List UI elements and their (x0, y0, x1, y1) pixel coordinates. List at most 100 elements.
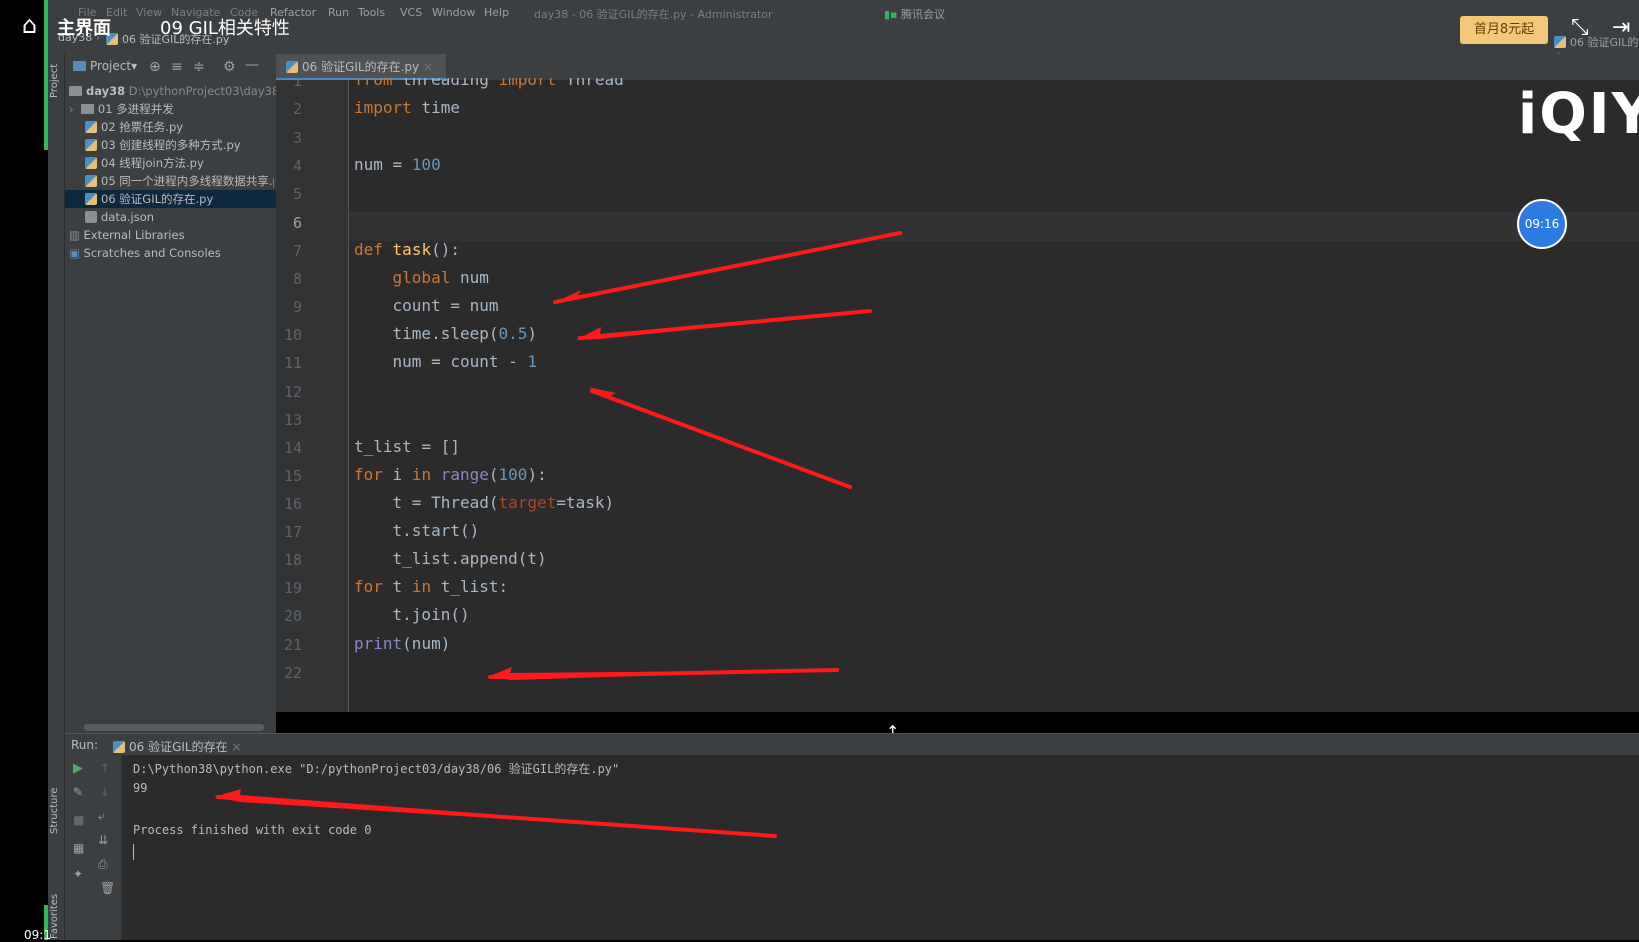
console-command-line: D:\Python38\python.exe "D:/pythonProject… (133, 762, 620, 776)
tree-item-label: External Libraries (83, 228, 185, 242)
tree-item-label: Scratches and Consoles (83, 246, 221, 260)
project-side-tab[interactable]: Project (49, 64, 60, 98)
tree-item-selected[interactable]: 06 验证GIL的存在.py (65, 190, 276, 208)
line-number: 5 (292, 185, 302, 203)
line-number: 2 (292, 100, 302, 118)
tree-item[interactable]: data.json (85, 208, 274, 226)
menu-view[interactable]: View (136, 6, 162, 19)
structure-side-tab[interactable]: Structure (49, 787, 60, 834)
editor-tab[interactable]: 06 验证GIL的存在.py × (276, 54, 446, 80)
line-number: 22 (283, 664, 302, 682)
tree-root[interactable]: day38 D:\pythonProject03\day38 (69, 82, 279, 100)
close-icon[interactable]: × (423, 60, 433, 74)
left-tool-strip: Project Structure Favorites (48, 54, 65, 940)
signal-icon: ▮▪ (884, 8, 898, 21)
python-file-icon (1554, 36, 1566, 48)
pin-icon[interactable]: ✦ (73, 867, 83, 881)
up-arrow-icon[interactable]: ↑ (100, 761, 110, 775)
line-number: 14 (283, 439, 302, 457)
code-line-11: num = count - 1 (354, 352, 538, 371)
tree-item-folder[interactable]: › 01 多进程并发 (69, 100, 274, 118)
expand-all-icon[interactable]: ≡ (171, 59, 183, 75)
line-number: 6 (292, 214, 302, 232)
exit-icon[interactable]: ⇥ (1612, 15, 1630, 40)
code-line-19: for t in t_list: (354, 577, 509, 596)
library-icon: ▥ (69, 228, 80, 242)
home-label[interactable]: 主界面 (57, 14, 111, 40)
timer-badge[interactable]: 09:16 (1517, 199, 1567, 249)
line-number: 13 (283, 411, 302, 429)
collapse-all-icon[interactable]: ≑ (193, 59, 205, 75)
episode-title: 09 GIL相关特性 (160, 18, 290, 39)
wrench-icon[interactable]: ✎ (73, 785, 83, 799)
tree-item-label: 02 抢票任务.py (101, 120, 184, 134)
project-scrollbar[interactable] (84, 724, 264, 731)
menu-tools[interactable]: Tools (358, 6, 385, 19)
menu-help[interactable]: Help (484, 6, 509, 19)
project-tree: day38 D:\pythonProject03\day38 › 01 多进程并… (65, 80, 279, 740)
promo-button[interactable]: 首月8元起 (1460, 16, 1548, 44)
line-number: 10 (283, 326, 302, 344)
python-file-icon (85, 193, 97, 205)
close-icon[interactable]: × (231, 740, 241, 754)
line-number: 20 (283, 607, 302, 625)
tree-item[interactable]: 02 抢票任务.py (85, 118, 274, 136)
run-tab[interactable]: 06 验证GIL的存在 × (113, 738, 242, 755)
tree-item[interactable]: 04 线程join方法.py (85, 154, 274, 172)
code-editor[interactable] (349, 80, 1639, 712)
scratches-icon: ▣ (69, 246, 80, 260)
gear-icon[interactable]: ⚙ (223, 59, 236, 75)
tree-item-label: data.json (101, 210, 155, 224)
line-number: 9 (292, 298, 302, 316)
line-number: 19 (283, 579, 302, 597)
hide-icon[interactable]: — (245, 57, 259, 73)
code-line-18: t_list.append(t) (354, 549, 547, 568)
run-toolbar: ▶ ✎ ■ ▦ ✦ ↑ ↓ ⤶ ⇊ ⎙ 🗑 (65, 755, 122, 940)
tree-item-label: 06 验证GIL的存在.py (101, 192, 214, 206)
menu-vcs[interactable]: VCS (400, 6, 422, 19)
print-icon[interactable]: ⎙ (98, 857, 108, 872)
line-number: 18 (283, 551, 302, 569)
line-number: 16 (283, 495, 302, 513)
menu-window[interactable]: Window (432, 6, 475, 19)
project-title: Project (90, 59, 132, 73)
editor-tab-label: 06 验证GIL的存在.py (302, 60, 420, 74)
video-left-strip (0, 0, 48, 940)
code-line-8: global num (392, 268, 489, 287)
current-line-highlight (349, 212, 1639, 241)
tree-item[interactable]: 03 创建线程的多种方式.py (85, 136, 274, 154)
editor-tab-bar (276, 54, 1639, 81)
code-line-21: print(num) (354, 634, 451, 653)
project-view-selector[interactable]: Project▾ (73, 59, 137, 73)
rerun-icon[interactable]: ▶ (73, 761, 83, 776)
collapse-icon[interactable]: ⤡ (1571, 15, 1589, 40)
json-file-icon (85, 211, 97, 223)
stop-icon[interactable]: ■ (73, 813, 84, 827)
python-file-icon (85, 157, 97, 169)
menu-run[interactable]: Run (328, 6, 349, 19)
home-icon[interactable]: ⌂ (22, 12, 48, 38)
python-file-icon (286, 61, 298, 73)
python-file-icon (85, 121, 97, 133)
tree-item[interactable]: 05 同一个进程内多线程数据共享.py (85, 172, 274, 190)
locate-icon[interactable]: ⊕ (149, 59, 161, 75)
run-label: Run: (71, 738, 99, 752)
layout-icon[interactable]: ▦ (73, 841, 84, 855)
down-arrow-icon[interactable]: ↓ (100, 785, 110, 799)
run-tab-bar: Run: 06 验证GIL的存在 × (65, 733, 1639, 756)
project-toolbar: Project▾ ⊕ ≡ ≑ ⚙ — (65, 54, 276, 81)
code-line-9: count = num (354, 296, 499, 315)
trash-icon[interactable]: 🗑 (100, 881, 115, 895)
tree-scratches[interactable]: ▣ Scratches and Consoles (69, 244, 274, 262)
run-console[interactable] (122, 755, 1639, 940)
line-number: 8 (292, 270, 302, 288)
code-line-15: for i in range(100): (354, 465, 547, 484)
scroll-to-end-icon[interactable]: ⇊ (98, 833, 108, 847)
soft-wrap-icon[interactable]: ⤶ (98, 809, 105, 824)
python-file-icon (113, 741, 125, 753)
tree-item-label: 04 线程join方法.py (101, 156, 204, 170)
tree-root-name: day38 (86, 84, 126, 98)
tree-external-libraries[interactable]: ▥ External Libraries (69, 226, 274, 244)
folder-icon (80, 104, 94, 114)
iqiyi-logo: iQIY (1518, 82, 1639, 147)
